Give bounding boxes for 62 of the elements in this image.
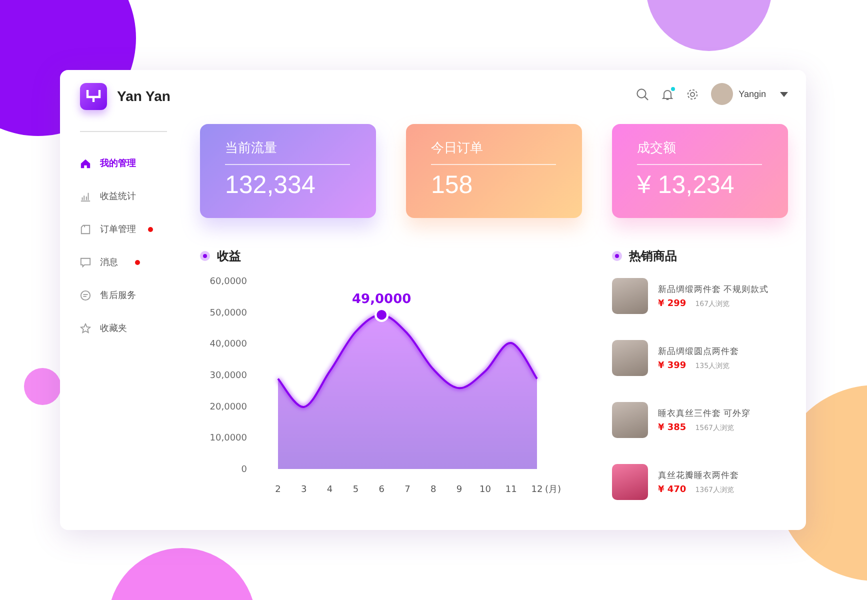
photo-placeholder[interactable]: [612, 464, 648, 500]
product-price: ¥ 470: [658, 484, 686, 494]
x-tick-label: 5: [352, 485, 359, 495]
peak-value-label: 49,0000: [352, 292, 412, 307]
x-tick-label: 9: [456, 485, 462, 495]
y-tick-label: 60,0000: [210, 277, 247, 287]
sidebar-item[interactable]: 我的管理: [80, 154, 200, 172]
x-tick-label: 2: [275, 485, 281, 495]
brand-name: Yan Yan: [117, 88, 170, 104]
user-name[interactable]: Yangin: [738, 89, 766, 99]
sidebar-item[interactable]: 收藏夹: [80, 319, 200, 337]
notification-badge: [148, 226, 153, 232]
stat-title: 当前流量: [225, 140, 278, 158]
product-name[interactable]: 新品绸缎圆点两件套: [658, 346, 739, 358]
x-tick-label: 8: [430, 485, 436, 495]
x-tick-label: 4: [326, 485, 333, 495]
y-tick-label: 0: [241, 465, 247, 475]
x-tick-label: 12: [531, 485, 543, 495]
section-title: 热销商品: [629, 248, 677, 264]
section-dot-icon: [612, 251, 622, 261]
stat-title: 今日订单: [431, 140, 484, 158]
product-name[interactable]: 新品绸缎两件套 不规则款式: [658, 284, 769, 296]
data-point-marker[interactable]: [374, 308, 389, 322]
sidebar-item[interactable]: 收益统计: [80, 187, 200, 205]
product-price: ¥ 299: [658, 298, 686, 308]
y-tick-label: 30,0000: [210, 371, 247, 381]
home-icon: [80, 158, 91, 168]
stat-value: ¥ 13,234: [637, 170, 736, 201]
stat-title: 成交额: [637, 140, 677, 158]
x-tick-label: 7: [404, 485, 410, 495]
message-icon: [80, 256, 91, 268]
bell-icon[interactable]: [660, 88, 674, 100]
caret-icon[interactable]: [780, 92, 788, 96]
product-name[interactable]: 真丝花瓣睡衣两件套: [658, 470, 739, 482]
bag-icon: [80, 224, 91, 234]
stat-value: 132,334: [225, 170, 316, 201]
y-tick-label: 50,0000: [210, 308, 247, 318]
product-name[interactable]: 睡衣真丝三件套 可外穿: [658, 408, 751, 420]
chat-circle-icon: [80, 290, 91, 300]
x-tick-label: 3: [301, 485, 307, 495]
sidebar-item[interactable]: 售后服务: [80, 286, 200, 304]
sidebar-item[interactable]: 消息: [80, 253, 200, 271]
star-icon: [80, 322, 91, 334]
product-price: ¥ 385: [658, 422, 686, 432]
stat-value: 158: [431, 170, 474, 201]
y-tick-label: 10,0000: [210, 434, 247, 444]
settings-icon[interactable]: [686, 88, 699, 100]
decor-circle: [24, 368, 61, 405]
y-tick-label: 40,0000: [210, 340, 247, 350]
section-dot-icon: [200, 251, 210, 261]
x-tick-label: 6: [378, 485, 384, 495]
search-icon[interactable]: [636, 88, 649, 100]
bar-chart-icon: [80, 190, 91, 202]
x-tick-label: 10: [479, 485, 491, 495]
x-tick-label: 11: [505, 485, 517, 495]
sidebar-item[interactable]: 订单管理: [80, 220, 200, 238]
y-tick-label: 20,0000: [210, 402, 247, 412]
product-price: ¥ 399: [658, 360, 686, 370]
logo-icon: [80, 82, 107, 110]
section-title: 收益: [217, 248, 241, 264]
x-axis-label: (月): [545, 485, 562, 495]
notification-badge: [135, 260, 140, 264]
